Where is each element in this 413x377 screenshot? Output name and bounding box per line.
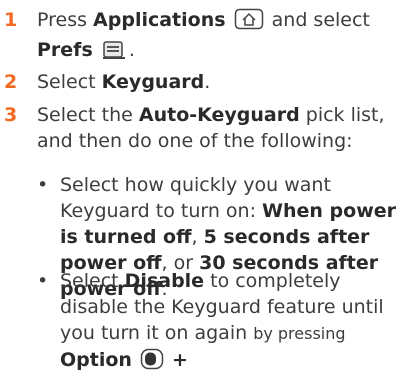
option-key-icon — [140, 348, 164, 377]
option-key-label: Option — [60, 349, 132, 371]
plus-sign: + — [172, 349, 188, 371]
step-text-part: and select — [265, 9, 370, 31]
disable-label: Disable — [124, 270, 205, 292]
step-text-part: Select the — [37, 104, 139, 126]
step-number: 2 — [4, 71, 18, 93]
step-number: 1 — [4, 9, 18, 31]
step-number: 3 — [4, 104, 18, 126]
step-text-part: . — [204, 71, 211, 93]
bullet-text-part: by pressing — [253, 324, 346, 343]
step-text-part: Press — [37, 9, 94, 31]
step-text: Select Keyguard. — [37, 69, 407, 95]
bullet-text: Select Disable to completely disable the… — [60, 268, 405, 377]
keyguard-label: Keyguard — [101, 71, 205, 93]
step-text-part: Select — [37, 71, 102, 93]
auto-keyguard-label: Auto-Keyguard — [138, 104, 300, 126]
step-text-part: . — [128, 39, 135, 61]
prefs-label: Prefs — [37, 39, 93, 61]
applications-house-icon — [234, 8, 264, 37]
bullet-text-part: Select — [60, 270, 125, 292]
prefs-icon — [101, 40, 127, 67]
applications-label: Applications — [93, 9, 226, 31]
instructions-page: 1 Press Applications and select Prefs . — [0, 0, 413, 371]
bullet-icon: • — [37, 270, 49, 292]
bullet-icon: • — [37, 174, 49, 196]
step-text: Press Applications and select Prefs . — [37, 7, 407, 67]
bullet-text-part: , — [191, 226, 204, 248]
step-text: Select the Auto-Keyguard pick list, and … — [37, 102, 407, 154]
